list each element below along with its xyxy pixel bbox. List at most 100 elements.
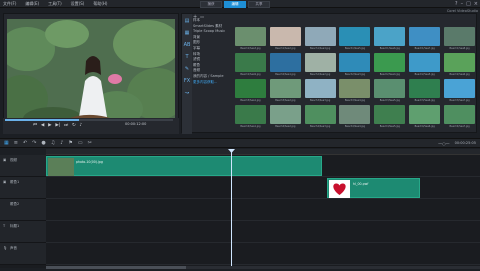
home-icon[interactable]: ⏮ bbox=[33, 122, 37, 128]
library-thumbnail[interactable]: Beach2/Sea6.jpg bbox=[443, 53, 476, 79]
transition-icon[interactable]: AB bbox=[184, 42, 191, 48]
lane-overlay1[interactable]: hl_00.pwf bbox=[46, 177, 480, 199]
end-icon[interactable]: ⏭ bbox=[64, 122, 68, 128]
library-thumbnail[interactable]: Beach1/Sea3.jpg bbox=[234, 27, 267, 53]
thumbnail-image bbox=[304, 105, 336, 124]
auto-music-icon[interactable]: ♪ bbox=[60, 140, 63, 146]
scrollbar-thumb[interactable] bbox=[46, 266, 186, 269]
library-thumbnail[interactable]: Beach4/Sea3.jpg bbox=[304, 105, 337, 131]
library-thumbnail[interactable]: Beach1/Sea6.jpg bbox=[373, 27, 406, 53]
thumbnail-caption: Beach2/Sea1.jpg bbox=[275, 72, 296, 76]
undo-icon[interactable]: ↶ bbox=[23, 140, 27, 146]
library-thumbnail[interactable]: Beach3/Sea2.jpg bbox=[269, 79, 302, 105]
workspace-tabs: 捕获 编辑 共享 bbox=[200, 1, 270, 8]
menu-settings[interactable]: 设置(S) bbox=[71, 1, 85, 7]
library-thumbnail[interactable]: Beach2/Sea2.jpg bbox=[304, 53, 337, 79]
next-frame-icon[interactable]: ▶| bbox=[55, 123, 60, 128]
media-icon[interactable]: ▤ bbox=[185, 18, 190, 24]
lane-video[interactable]: photo-10(00).jpg bbox=[46, 155, 480, 177]
minimize-icon[interactable]: – bbox=[461, 1, 464, 7]
instant-project-icon[interactable]: ▦ bbox=[185, 30, 190, 36]
repeat-icon[interactable]: ↻ bbox=[72, 123, 76, 128]
playhead[interactable] bbox=[231, 149, 232, 268]
thumbnail-image bbox=[409, 79, 441, 98]
library-thumbnail[interactable]: Beach4/Sea1.jpg bbox=[234, 105, 267, 131]
record-icon[interactable]: ● bbox=[41, 140, 45, 146]
track-header-overlay1: ▣ 覆叠1 bbox=[0, 177, 46, 199]
thumbnail-caption: Beach3/Sea3.jpg bbox=[310, 98, 331, 102]
tab-capture[interactable]: 捕获 bbox=[200, 1, 222, 8]
tab-share[interactable]: 共享 bbox=[248, 1, 270, 8]
library-thumbnail[interactable]: Beach2/Sea5.jpg bbox=[408, 53, 441, 79]
subtitle-icon[interactable]: ▭ bbox=[78, 140, 83, 146]
thumbnail-caption: Beach4/Sea5.jpg bbox=[379, 124, 400, 128]
clip-thumbnail bbox=[48, 158, 74, 176]
menu-edit[interactable]: 编辑(E) bbox=[25, 1, 39, 7]
thumbnail-image bbox=[339, 79, 371, 98]
library-thumbnail[interactable]: Beach2/Sea4.jpg bbox=[373, 53, 406, 79]
zoom-slider[interactable]: —○— bbox=[438, 141, 450, 146]
maximize-icon[interactable]: □ bbox=[466, 1, 471, 7]
lane-title[interactable] bbox=[46, 221, 480, 243]
library-thumbnail[interactable]: Beach1/Sea8.jpg bbox=[443, 27, 476, 53]
redo-icon[interactable]: ↷ bbox=[32, 140, 36, 146]
library-thumbnail[interactable]: Beach3/Sea6.jpg bbox=[408, 79, 441, 105]
storyboard-view-icon[interactable]: ▦ bbox=[4, 140, 9, 146]
clip-video[interactable]: photo-10(00).jpg bbox=[46, 156, 322, 176]
clip-overlay[interactable]: hl_00.pwf bbox=[327, 178, 420, 198]
prev-frame-icon[interactable]: ◀ bbox=[41, 123, 44, 128]
library-thumbnail[interactable]: Beach4/Sea4.jpg bbox=[339, 105, 372, 131]
thumbnail-caption: Beach4/Sea2.jpg bbox=[275, 124, 296, 128]
title-icon[interactable]: T bbox=[185, 54, 188, 60]
filter-icon[interactable]: FX bbox=[184, 78, 190, 84]
preview-panel bbox=[3, 13, 179, 131]
motion-icon[interactable]: ⚑ bbox=[68, 140, 72, 146]
lane-voice[interactable] bbox=[46, 243, 480, 265]
menu-help[interactable]: 帮助(H) bbox=[93, 1, 107, 7]
thumbnail-caption: Beach4/Sea4.jpg bbox=[344, 124, 366, 128]
library-thumbnail[interactable]: Beach1/Sea2.jpg bbox=[269, 27, 302, 53]
library-thumbnail[interactable]: Beach1/Sea5.jpg bbox=[339, 27, 372, 53]
track-header-overlay2: 覆叠2 bbox=[0, 199, 46, 221]
track-label: 声音 bbox=[10, 246, 17, 250]
library-thumbnail[interactable]: Beach2/Sea1.jpg bbox=[269, 53, 302, 79]
library-thumbnail[interactable]: Beach1/Sea4.jpg bbox=[304, 27, 337, 53]
library-tree-item[interactable]: 更多内容获取... bbox=[193, 80, 233, 86]
thumbnail-caption: Beach4/Sea7.jpg bbox=[449, 124, 470, 128]
library-thumbnail[interactable]: Beach4/Sea2.jpg bbox=[269, 105, 302, 131]
thumbnail-caption: Beach1/Sea9.jpg bbox=[240, 72, 261, 76]
library-thumbnail[interactable]: Beach2/Sea3.jpg bbox=[339, 53, 372, 79]
scrub-bar[interactable] bbox=[5, 119, 173, 121]
timeline-view-icon[interactable]: ≡ bbox=[14, 140, 18, 146]
library-thumbnail[interactable]: Beach3/Sea5.jpg bbox=[373, 79, 406, 105]
menu-tools[interactable]: 工具(T) bbox=[48, 1, 62, 7]
library-thumbnail[interactable]: Beach3/Sea4.jpg bbox=[339, 79, 372, 105]
lane-overlay2[interactable] bbox=[46, 199, 480, 221]
graphic-icon[interactable]: ✎ bbox=[185, 66, 189, 72]
library-thumbnail[interactable]: Beach4/Sea7.jpg bbox=[443, 105, 476, 131]
thumbnail-image bbox=[269, 105, 301, 124]
library-thumbnail[interactable]: Beach3/Sea3.jpg bbox=[304, 79, 337, 105]
library-thumbnail[interactable]: Beach4/Sea5.jpg bbox=[373, 105, 406, 131]
tab-edit[interactable]: 编辑 bbox=[224, 1, 246, 8]
split-icon[interactable]: ✂ bbox=[88, 140, 92, 146]
path-icon[interactable]: ↝ bbox=[185, 90, 189, 96]
library-thumbnail[interactable]: Beach1/Sea9.jpg bbox=[234, 53, 267, 79]
menu-file[interactable]: 文件(F) bbox=[3, 1, 16, 7]
thumbnail-caption: Beach4/Sea6.jpg bbox=[414, 124, 435, 128]
volume-icon[interactable]: ♪ bbox=[80, 123, 83, 128]
library-thumbnail[interactable]: Beach4/Sea6.jpg bbox=[408, 105, 441, 131]
thumbnail-image bbox=[234, 53, 266, 72]
library-thumbnail[interactable]: Beach3/Sea7.jpg bbox=[443, 79, 476, 105]
play-icon[interactable]: ▶ bbox=[48, 123, 51, 128]
close-icon[interactable]: × bbox=[474, 1, 478, 7]
thumbnail-caption: Beach3/Sea2.jpg bbox=[275, 98, 296, 102]
timeline-scrollbar[interactable] bbox=[46, 266, 480, 269]
library-thumbnail[interactable]: Beach3/Sea1.jpg bbox=[234, 79, 267, 105]
mixer-icon[interactable]: ♫ bbox=[51, 140, 55, 146]
thumbnail-caption: Beach2/Sea6.jpg bbox=[449, 72, 470, 76]
library-thumbnail[interactable]: Beach1/Sea7.jpg bbox=[408, 27, 441, 53]
help-icon[interactable]: ? bbox=[455, 1, 458, 7]
mic-icon: 🎙 bbox=[3, 246, 8, 250]
thumbnail-image bbox=[304, 79, 336, 98]
